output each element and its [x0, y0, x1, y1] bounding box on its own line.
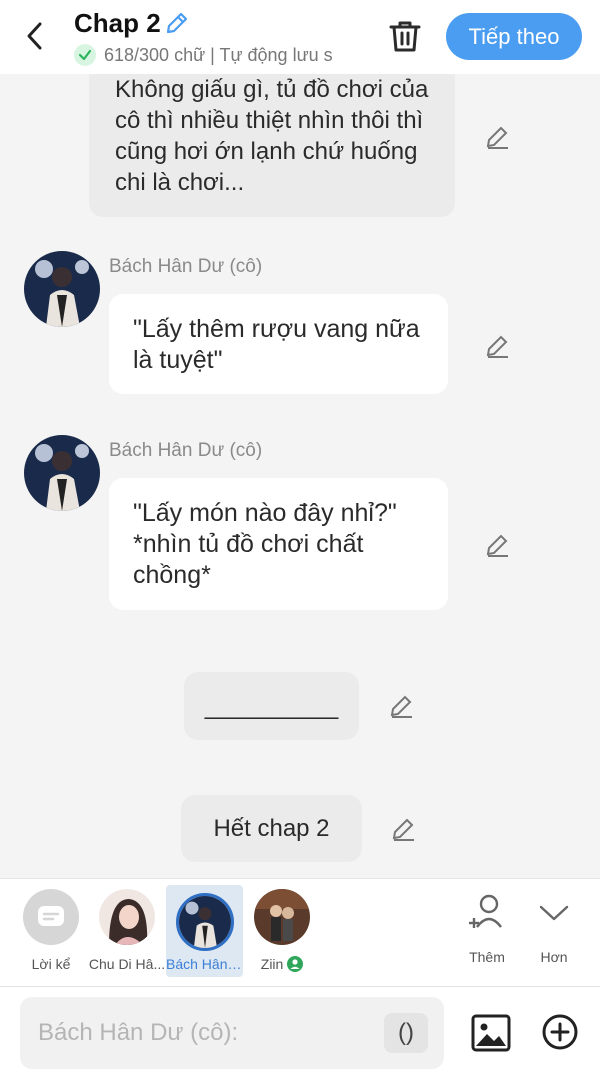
character-ziin[interactable]: Ziin — [246, 879, 318, 979]
word-count-text: 618/300 chữ | Tự động lưu s — [104, 44, 333, 65]
character-chu-di[interactable]: Chu Di Hâ... — [88, 879, 166, 979]
add-character-button[interactable]: Thêm — [456, 879, 518, 979]
edit-message-button[interactable] — [484, 332, 512, 360]
dialogue-text: "Lấy thêm rượu vang nữa là tuyệt" — [133, 315, 420, 374]
narration-text: Hết chap 2 — [213, 815, 330, 842]
narration-bubble[interactable]: Không giấu gì, tủ đồ chơi của cô thì nhi… — [89, 60, 455, 217]
pencil-icon — [486, 534, 508, 557]
title-area: Chap 2 — [74, 8, 188, 39]
character-bach-han[interactable]: Bách Hân ... — [166, 885, 243, 977]
avatar-image — [24, 251, 100, 327]
add-person-icon — [469, 894, 502, 928]
avatar[interactable] — [24, 435, 100, 511]
narration-bubble[interactable]: Hết chap 2 — [181, 795, 362, 862]
character-selector: Lời kể Chu Di Hâ... Bách Hân ... Ziin Th… — [0, 878, 600, 987]
dialogue-bubble[interactable]: "Lấy thêm rượu vang nữa là tuyệt" — [109, 294, 448, 394]
avatar[interactable] — [24, 251, 100, 327]
edit-message-button[interactable] — [484, 123, 512, 151]
character-label: Lời kể — [31, 956, 71, 972]
speaker-name: Bách Hân Dư (cô) — [109, 440, 263, 461]
add-button[interactable] — [541, 1013, 579, 1051]
edit-title-button[interactable] — [164, 10, 190, 36]
avatar — [99, 889, 155, 945]
chevron-down-icon — [539, 905, 569, 921]
narration-bubble[interactable]: __________ — [184, 672, 359, 740]
speaker-name: Bách Hân Dư (cô) — [109, 256, 263, 277]
edit-message-button[interactable] — [484, 531, 512, 559]
compose-bar: () — [0, 986, 600, 1079]
action-paren-button[interactable]: () — [384, 1013, 428, 1053]
dialogue-text: "Lấy món nào đây nhỉ?" *nhìn tủ đồ chơi … — [133, 499, 397, 589]
chapter-title: Chap 2 — [74, 8, 161, 38]
back-button[interactable] — [20, 18, 52, 54]
dialogue-bubble[interactable]: "Lấy món nào đây nhỉ?" *nhìn tủ đồ chơi … — [109, 478, 448, 610]
avatar — [175, 893, 234, 951]
top-bar: Chap 2 618/300 chữ | Tự động lưu s Tiếp … — [0, 0, 600, 74]
plus-circle-icon — [542, 1014, 578, 1050]
narrator-avatar — [23, 889, 79, 945]
check-icon — [74, 44, 96, 66]
pencil-icon — [486, 335, 508, 358]
pencil-icon — [390, 695, 412, 718]
user-badge-icon — [287, 956, 304, 972]
message-icon — [38, 906, 64, 926]
character-label: Ziin — [246, 956, 318, 972]
chevron-left-icon — [27, 22, 42, 50]
trash-icon — [389, 21, 421, 52]
message-input[interactable] — [20, 997, 444, 1069]
pencil-icon — [392, 818, 414, 841]
edit-message-button[interactable] — [390, 815, 418, 843]
pencil-icon — [486, 126, 508, 149]
avatar — [254, 889, 310, 945]
pencil-icon — [166, 12, 188, 34]
image-icon — [471, 1014, 511, 1052]
insert-image-button[interactable] — [470, 1012, 512, 1054]
narration-text: Không giấu gì, tủ đồ chơi của cô thì nhi… — [115, 76, 429, 196]
edit-message-button[interactable] — [388, 692, 416, 720]
next-button[interactable]: Tiếp theo — [446, 13, 582, 60]
avatar-image — [24, 435, 100, 511]
add-character-label: Thêm — [469, 949, 505, 965]
more-button[interactable]: Hơn — [526, 879, 582, 979]
narration-text: __________ — [204, 692, 339, 720]
word-count-status: 618/300 chữ | Tự động lưu s — [74, 44, 364, 66]
character-label: Bách Hân ... — [166, 956, 243, 972]
more-label: Hơn — [540, 949, 568, 965]
delete-button[interactable] — [386, 18, 424, 54]
character-label: Chu Di Hâ... — [88, 956, 166, 972]
character-narrator[interactable]: Lời kể — [14, 879, 88, 979]
